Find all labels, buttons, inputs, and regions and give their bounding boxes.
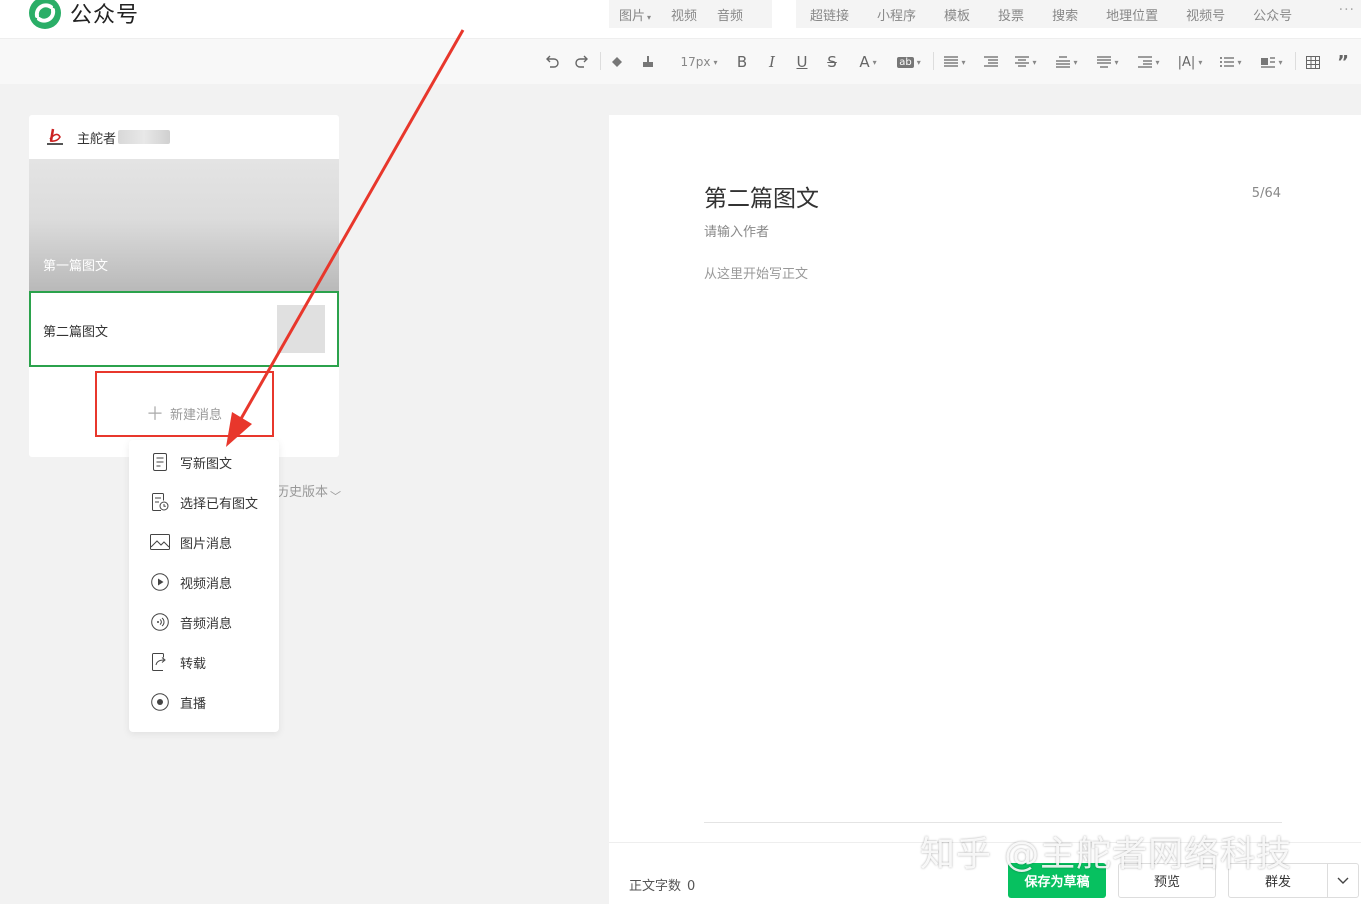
top-bar: 公众号 图片 ▾ 视频 音频 超链接 小程序 模板 投票 搜索 地理位置 视频号 … xyxy=(0,0,1361,38)
author-input[interactable]: 请输入作者 xyxy=(704,221,769,240)
format-painter-icon[interactable] xyxy=(607,51,627,73)
account-row: 主舵者 xyxy=(29,115,339,159)
insert-video-button[interactable]: 视频 xyxy=(661,5,707,24)
divider xyxy=(704,822,1282,823)
new-message-menu: 写新图文 选择已有图文 图片消息 视频消息 音频消息 转载 直播 xyxy=(129,440,279,732)
menu-item-select-existing[interactable]: 选择已有图文 xyxy=(129,482,279,522)
title-char-count: 5/64 xyxy=(1251,186,1281,201)
redo-icon[interactable] xyxy=(572,51,592,73)
underline-icon[interactable]: U xyxy=(793,51,811,73)
font-size-select[interactable]: 17px ▾ xyxy=(676,51,722,73)
editor-panel: 第二篇图文 5/64 请输入作者 从这里开始写正文 正文字数 0 保存为草稿 预览… xyxy=(609,115,1361,904)
paragraph-after-icon[interactable]: ▾ xyxy=(1093,51,1123,73)
wechat-mp-logo-icon xyxy=(29,0,61,29)
paragraph-indent-icon[interactable]: ▾ xyxy=(1134,51,1164,73)
insert-extra-group: 超链接 小程序 模板 投票 搜索 地理位置 视频号 公众号 ··· xyxy=(796,0,1361,28)
bold-icon[interactable]: B xyxy=(733,51,751,73)
image-icon xyxy=(150,532,170,552)
insert-location-button[interactable]: 地理位置 xyxy=(1092,5,1172,24)
article-card-first[interactable]: 第一篇图文 xyxy=(29,159,339,291)
repost-icon xyxy=(150,652,170,672)
align-icon[interactable]: ▾ xyxy=(940,51,970,73)
annotation-highlight-box xyxy=(95,371,274,437)
insert-miniprogram-button[interactable]: 小程序 xyxy=(863,5,930,24)
watermark: 知乎 @主舵者网络科技 xyxy=(920,835,1293,875)
insert-search-button[interactable]: 搜索 xyxy=(1038,5,1092,24)
article-title: 第一篇图文 xyxy=(43,259,109,274)
insert-link-button[interactable]: 超链接 xyxy=(796,5,863,24)
quote-icon[interactable]: ” xyxy=(1334,51,1352,73)
insert-image-button[interactable]: 图片 ▾ xyxy=(609,5,661,24)
menu-item-audio-message[interactable]: 音频消息 xyxy=(129,602,279,642)
format-toolbar: 17px ▾ B I U S A ▾ ab ▾ ▾ ▾ ▾ ▾ ▾ |A| ▾ ▾ ▾ … xyxy=(0,38,1361,84)
article-title: 第二篇图文 xyxy=(43,325,109,340)
strikethrough-icon[interactable]: S xyxy=(823,51,841,73)
live-icon xyxy=(150,692,170,712)
menu-item-write-article[interactable]: 写新图文 xyxy=(129,442,279,482)
app-title: 公众号 xyxy=(70,3,140,28)
list-icon[interactable]: ▾ xyxy=(1216,51,1246,73)
word-count: 正文字数 0 xyxy=(629,879,696,894)
video-icon xyxy=(150,572,170,592)
indent-icon[interactable] xyxy=(981,51,1001,73)
insert-audio-button[interactable]: 音频 xyxy=(707,5,753,24)
chevron-down-icon: ﹀ xyxy=(330,490,341,503)
insert-account-button[interactable]: 公众号 xyxy=(1239,5,1306,24)
menu-item-live[interactable]: 直播 xyxy=(129,682,279,722)
audio-icon xyxy=(150,612,170,632)
menu-item-video-message[interactable]: 视频消息 xyxy=(129,562,279,602)
line-height-icon[interactable]: ▾ xyxy=(1011,51,1041,73)
account-name-blur xyxy=(118,130,171,144)
body-editor[interactable]: 从这里开始写正文 xyxy=(704,263,808,282)
account-name: 主舵者 xyxy=(77,131,117,147)
letter-spacing-icon[interactable]: |A| ▾ xyxy=(1175,51,1205,73)
insert-media-group: 图片 ▾ 视频 音频 xyxy=(609,0,772,28)
clear-format-icon[interactable] xyxy=(638,51,658,73)
history-version-link[interactable]: 历史版本 ﹀ xyxy=(276,481,341,504)
insert-vote-button[interactable]: 投票 xyxy=(984,5,1038,24)
article-icon xyxy=(150,452,170,472)
undo-icon[interactable] xyxy=(542,51,562,73)
article-title-input[interactable]: 第二篇图文 xyxy=(704,179,819,213)
app-logo[interactable]: 公众号 xyxy=(28,0,139,30)
chevron-down-icon[interactable] xyxy=(1327,864,1358,897)
italic-icon[interactable]: I xyxy=(763,51,781,73)
insert-template-button[interactable]: 模板 xyxy=(930,5,984,24)
float-icon[interactable]: ▾ xyxy=(1257,51,1287,73)
article-card-second[interactable]: 第二篇图文 xyxy=(29,291,339,367)
menu-item-repost[interactable]: 转载 xyxy=(129,642,279,682)
more-icon[interactable]: ··· xyxy=(1339,2,1355,18)
menu-item-image-message[interactable]: 图片消息 xyxy=(129,522,279,562)
background-color-icon[interactable]: ab ▾ xyxy=(893,51,925,73)
existing-article-icon xyxy=(150,492,170,512)
insert-channels-button[interactable]: 视频号 xyxy=(1172,5,1239,24)
table-icon[interactable] xyxy=(1303,51,1323,73)
paragraph-before-icon[interactable]: ▾ xyxy=(1052,51,1082,73)
account-logo-icon xyxy=(47,128,63,145)
font-color-icon[interactable]: A ▾ xyxy=(853,51,883,73)
article-thumbnail xyxy=(277,305,325,353)
